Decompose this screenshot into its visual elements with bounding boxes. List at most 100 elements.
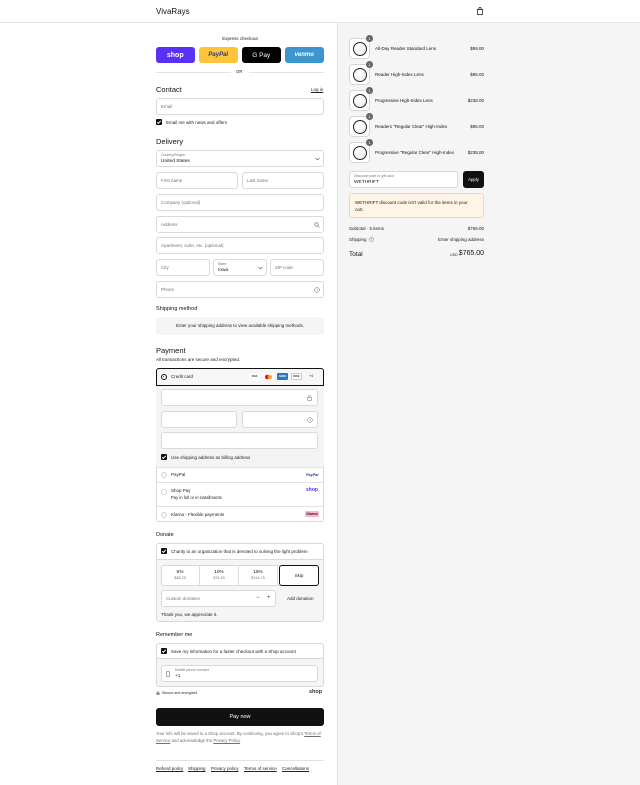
discount-code-label: Discount code or gift card — [354, 174, 394, 178]
country-value: United States — [161, 159, 190, 164]
state-label: State — [218, 262, 227, 266]
shipping-value: Enter shipping address — [437, 237, 484, 242]
security-code-field[interactable]: ? — [242, 411, 318, 428]
footer-link-cancellations[interactable]: Cancellations — [282, 766, 309, 771]
payment-title: Payment — [156, 346, 186, 355]
privacy-link[interactable]: Privacy Policy — [213, 738, 239, 743]
company-field[interactable]: Company (optional) — [156, 194, 324, 211]
shop-pay-subtitle: Pay in full or in installments — [171, 495, 222, 500]
discount-code-field[interactable]: Discount code or gift card WETHRIFT — [349, 171, 458, 188]
phone-placeholder: Phone — [161, 287, 175, 292]
lens-icon — [353, 68, 367, 82]
billing-checkbox[interactable] — [161, 454, 167, 460]
email-field[interactable]: Email — [156, 98, 324, 115]
express-checkout-title: Express checkout — [222, 36, 258, 41]
apartment-field[interactable]: Apartment, suite, etc. (optional) — [156, 237, 324, 254]
plus-icon[interactable]: + — [267, 595, 271, 601]
phone-field[interactable]: Phone ? — [156, 281, 324, 298]
shipping-method-title: Shipping method — [156, 306, 198, 312]
footer-link-privacy[interactable]: Privacy policy — [211, 766, 239, 771]
last-name-field[interactable]: Last name — [242, 172, 324, 189]
address-field[interactable]: Address — [156, 216, 324, 233]
paypal-option-label[interactable]: PayPal — [171, 472, 185, 477]
apartment-placeholder: Apartment, suite, etc. (optional) — [161, 243, 224, 248]
donation-skip-button[interactable]: Skip — [279, 565, 319, 586]
currency-label: USD — [450, 253, 458, 257]
mobile-phone-field[interactable]: Mobile phone number +1 — [161, 665, 318, 682]
name-on-card-field[interactable] — [161, 432, 318, 449]
expiration-field[interactable] — [161, 411, 237, 428]
subtotal-label: Subtotal · 5 items — [349, 226, 385, 231]
help-circle-icon[interactable]: ? — [314, 287, 320, 293]
save-info-checkbox[interactable] — [161, 648, 167, 654]
lens-icon — [353, 42, 367, 56]
first-name-field[interactable]: First name — [156, 172, 238, 189]
shop-pay-radio[interactable] — [161, 489, 167, 495]
news-label: Email me with news and offers — [166, 120, 227, 125]
shopping-bag-icon[interactable] — [476, 7, 484, 15]
consent-end: . — [239, 737, 241, 743]
credit-card-radio[interactable] — [161, 374, 167, 380]
venmo-button[interactable]: venmo — [285, 47, 324, 63]
lock-icon — [307, 395, 312, 401]
minus-icon[interactable]: − — [256, 595, 260, 601]
or-divider-label: OR — [236, 69, 243, 74]
donation-option-5[interactable]: 5% $38.25 — [161, 566, 200, 586]
add-donation-button[interactable]: Add donation — [287, 596, 314, 601]
divider-right — [249, 72, 324, 73]
donation-option-amount: $114.75 — [251, 576, 265, 580]
quantity-badge: 1 — [366, 87, 373, 94]
news-checkbox[interactable] — [156, 119, 162, 125]
apply-button[interactable]: Apply — [463, 171, 484, 188]
store-logo[interactable]: VivaRays — [156, 7, 190, 16]
donate-checkbox-label: Charity to an organization that is devot… — [171, 549, 308, 554]
discount-warning-text: WETHRIFT discount code isn't valid for t… — [355, 200, 468, 212]
state-select[interactable]: State Iowa — [213, 259, 267, 276]
paypal-radio[interactable] — [161, 472, 167, 478]
google-pay-button[interactable]: G Pay — [242, 47, 281, 63]
mobile-phone-icon — [166, 671, 170, 677]
svg-text:?: ? — [316, 288, 318, 292]
zip-field[interactable]: ZIP code — [270, 259, 324, 276]
donation-option-15[interactable]: 15% $114.75 — [239, 566, 278, 586]
shop-pay-button[interactable]: shop — [156, 47, 195, 63]
donation-option-pct: 5% — [176, 570, 184, 575]
shop-pay-option-label[interactable]: Shop Pay — [171, 488, 191, 493]
footer-link-shipping[interactable]: Shipping — [188, 766, 206, 771]
paypal-button[interactable]: PayPal — [199, 47, 238, 63]
quantity-badge: 1 — [366, 35, 373, 42]
custom-donation-field[interactable]: Custom donation − + — [161, 590, 276, 607]
login-link[interactable]: Log in — [311, 87, 323, 92]
cart-item-name: Reader High-Index Lens — [375, 72, 424, 77]
city-field[interactable]: City — [156, 259, 210, 276]
pay-now-button[interactable]: Pay now — [156, 708, 324, 726]
klarna-option-label[interactable]: Klarna - Flexible payments — [171, 512, 224, 517]
help-circle-icon[interactable]: ? — [369, 237, 374, 242]
shipping-label: Shipping — [349, 237, 367, 242]
quantity-badge: 1 — [366, 139, 373, 146]
header: VivaRays — [0, 0, 640, 23]
donation-option-10[interactable]: 10% $76.50 — [200, 566, 239, 586]
pay-now-label: Pay now — [229, 714, 251, 720]
donation-option-pct: 10% — [214, 570, 224, 575]
lens-icon — [353, 120, 367, 134]
discover-icon: DISC — [291, 373, 302, 380]
help-circle-icon[interactable]: ? — [307, 417, 313, 423]
state-value: Iowa — [218, 268, 229, 273]
cart-item-name: Progressive High-Index Lens — [375, 98, 433, 103]
footer-link-terms[interactable]: Terms of service — [244, 766, 277, 771]
footer-link-refund[interactable]: Refund policy — [156, 766, 183, 771]
total-label: Total — [349, 251, 363, 258]
card-number-field[interactable] — [161, 389, 318, 406]
country-select[interactable]: Country/Region United States — [156, 150, 324, 167]
zip-placeholder: ZIP code — [275, 265, 293, 270]
custom-donation-placeholder: Custom donation — [166, 596, 201, 601]
donate-checkbox[interactable] — [161, 548, 167, 554]
payment-subtitle: All transactions are secure and encrypte… — [156, 357, 241, 362]
donation-option-amount: $76.50 — [213, 576, 225, 580]
company-placeholder: Company (optional) — [161, 200, 201, 205]
order-summary-panel — [337, 23, 640, 785]
svg-text:?: ? — [371, 238, 373, 242]
klarna-radio[interactable] — [161, 512, 167, 518]
cart-item-name: Readers "Regular Clear" High-Index — [375, 124, 448, 129]
